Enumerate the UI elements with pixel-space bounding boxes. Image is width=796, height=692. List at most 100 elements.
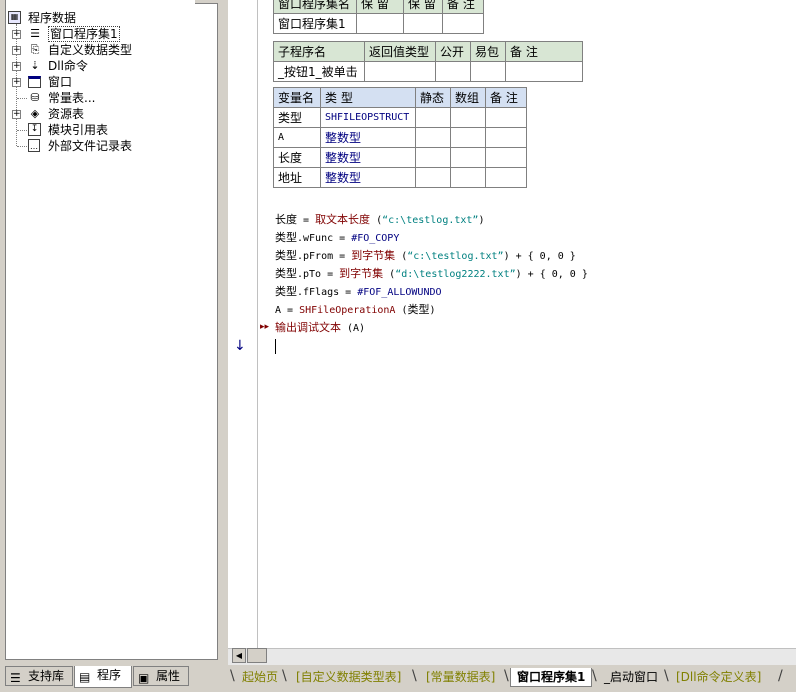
assembly-table: 窗口程序集名 保 留 保 留 备 注 窗口程序集1 bbox=[273, 0, 484, 34]
table-cell[interactable] bbox=[505, 61, 583, 82]
table-header: 静态 bbox=[415, 87, 451, 108]
tree-item-resources[interactable]: + ◈ 资源表 bbox=[6, 106, 206, 122]
breakpoint-marker-icon[interactable]: ▸▸ bbox=[260, 322, 269, 332]
tab-startup-window[interactable]: _启动窗口 bbox=[598, 668, 664, 686]
expand-icon[interactable]: + bbox=[12, 110, 21, 119]
tab-label: 属性 bbox=[156, 669, 181, 683]
table-header: 数组 bbox=[450, 87, 486, 108]
table-header: 返回值类型 bbox=[364, 41, 436, 62]
tree-root-label: 程序数据 bbox=[28, 11, 77, 25]
tree-item-label: 常量表... bbox=[48, 91, 96, 105]
expand-icon[interactable]: + bbox=[12, 30, 21, 39]
table-header: 窗口程序集名 bbox=[273, 0, 357, 14]
tab-dll-commands[interactable]: [Dll命令定义表] bbox=[670, 668, 767, 686]
scroll-left-button[interactable]: ◀ bbox=[232, 648, 246, 663]
table-cell[interactable]: 窗口程序集1 bbox=[273, 13, 357, 34]
table-header: 备 注 bbox=[505, 41, 583, 62]
document-tabbar: \ 起始页 \ [自定义数据类型表] \ [常量数据表] \ 窗口程序集1 \ … bbox=[228, 665, 796, 692]
table-row[interactable]: A 整数型 bbox=[273, 127, 527, 148]
text-cursor bbox=[275, 339, 276, 354]
table-cell[interactable] bbox=[364, 61, 436, 82]
tab-program[interactable]: ▤ 程序 bbox=[74, 666, 132, 688]
table-cell[interactable] bbox=[403, 13, 443, 34]
tree-item-constants[interactable]: ⛁ 常量表... bbox=[6, 90, 206, 106]
tree-item-external-files[interactable]: … 外部文件记录表 bbox=[6, 138, 206, 154]
expand-icon[interactable]: + bbox=[12, 62, 21, 71]
table-header: 类 型 bbox=[320, 87, 416, 108]
table-cell[interactable] bbox=[356, 13, 404, 34]
table-cell[interactable] bbox=[435, 61, 471, 82]
tree-item-modules[interactable]: ↧ 模块引用表 bbox=[6, 122, 206, 138]
window-icon bbox=[28, 76, 41, 88]
table-cell[interactable]: 长度 bbox=[273, 147, 321, 168]
tree-item-label: 模块引用表 bbox=[48, 123, 109, 137]
program-data-icon: ▦ bbox=[8, 11, 21, 24]
horizontal-scrollbar[interactable] bbox=[228, 648, 796, 665]
code-line[interactable]: 类型.fFlags = #FOF_ALLOWUNDO bbox=[275, 283, 442, 301]
table-cell[interactable]: 整数型 bbox=[320, 167, 416, 188]
table-row[interactable]: _按钮1_被单击 bbox=[273, 61, 583, 82]
code-line[interactable]: 类型.pFrom = 到字节集 (“c:\testlog.txt”) + { 0… bbox=[275, 247, 576, 265]
table-cell[interactable]: 类型 bbox=[273, 107, 321, 128]
left-tabbar: ☰ 支持库 ▤ 程序 ▣ 属性 bbox=[0, 661, 226, 692]
tree-item-dll[interactable]: + ⇣ Dll命令 bbox=[6, 58, 206, 74]
tab-label: 支持库 bbox=[28, 669, 65, 683]
table-cell[interactable]: SHFILEOPSTRUCT bbox=[320, 107, 416, 128]
table-header: 易包 bbox=[470, 41, 506, 62]
books-icon: ☰ bbox=[10, 671, 21, 685]
program-tree[interactable]: ▦ 程序数据 + ☰ 窗口程序集1 + ⎘ 自定义数据类型 + ⇣ Dll命令 … bbox=[5, 0, 218, 660]
resource-icon: ◈ bbox=[30, 107, 40, 120]
tab-property[interactable]: ▣ 属性 bbox=[133, 666, 189, 686]
subroutine-table: 子程序名 返回值类型 公开 易包 备 注 _按钮1_被单击 bbox=[273, 41, 583, 82]
table-cell[interactable]: 整数型 bbox=[320, 147, 416, 168]
variable-table: 变量名 类 型 静态 数组 备 注 类型 SHFILEOPSTRUCT A 整数… bbox=[273, 87, 527, 188]
tab-custom-types[interactable]: [自定义数据类型表] bbox=[290, 668, 407, 686]
table-header: 备 注 bbox=[442, 0, 484, 14]
table-cell[interactable] bbox=[470, 61, 506, 82]
expand-icon[interactable]: + bbox=[12, 78, 21, 87]
tab-start-page[interactable]: 起始页 bbox=[236, 668, 284, 686]
table-cell[interactable]: 地址 bbox=[273, 167, 321, 188]
code-line[interactable]: A = SHFileOperationA (类型) bbox=[275, 301, 436, 319]
data-type-icon: ⎘ bbox=[30, 43, 40, 56]
table-cell[interactable]: A bbox=[273, 127, 321, 148]
tree-item-assembly[interactable]: + ☰ 窗口程序集1 bbox=[6, 26, 206, 42]
tree-top-edge bbox=[195, 0, 218, 4]
table-row[interactable]: 长度 整数型 bbox=[273, 147, 527, 168]
table-header: 备 注 bbox=[485, 87, 527, 108]
module-icon: ↧ bbox=[28, 123, 41, 136]
code-line[interactable]: 类型.wFunc = #FO_COPY bbox=[275, 229, 399, 247]
code-line[interactable]: 类型.pTo = 到字节集 (“d:\testlog2222.txt”) + {… bbox=[275, 265, 588, 283]
execution-arrow-icon: ↓ bbox=[234, 338, 246, 354]
tab-support-library[interactable]: ☰ 支持库 bbox=[5, 666, 73, 686]
tree-item-datatype[interactable]: + ⎘ 自定义数据类型 bbox=[6, 42, 206, 58]
table-header: 公开 bbox=[435, 41, 471, 62]
table-header: 子程序名 bbox=[273, 41, 365, 62]
tree-item-label: 自定义数据类型 bbox=[48, 43, 133, 57]
table-row[interactable]: 窗口程序集1 bbox=[273, 13, 484, 34]
scroll-thumb[interactable] bbox=[247, 648, 267, 663]
expand-icon[interactable]: + bbox=[12, 46, 21, 55]
tab-label: 程序 bbox=[97, 668, 122, 682]
tree-item-label: 窗口 bbox=[48, 75, 73, 89]
file-icon: … bbox=[28, 139, 40, 152]
layers-icon: ☰ bbox=[30, 27, 40, 40]
tree-item-label: Dll命令 bbox=[48, 59, 88, 73]
table-header: 保 留 bbox=[356, 0, 404, 14]
tree-item-label: 外部文件记录表 bbox=[48, 139, 133, 153]
editor-gutter[interactable] bbox=[228, 0, 256, 648]
tab-assembly[interactable]: 窗口程序集1 bbox=[510, 668, 593, 687]
tree-item-window[interactable]: + 窗口 bbox=[6, 74, 206, 90]
table-row[interactable]: 地址 整数型 bbox=[273, 167, 527, 188]
code-line[interactable]: 长度 = 取文本长度 (“c:\testlog.txt”) bbox=[275, 211, 484, 229]
table-cell[interactable] bbox=[442, 13, 484, 34]
tab-constants[interactable]: [常量数据表] bbox=[420, 668, 501, 686]
property-icon: ▣ bbox=[138, 671, 150, 685]
table-header: 保 留 bbox=[403, 0, 443, 14]
tree-item-label: 资源表 bbox=[48, 107, 85, 121]
table-cell[interactable]: 整数型 bbox=[320, 127, 416, 148]
table-cell[interactable]: _按钮1_被单击 bbox=[273, 61, 365, 82]
program-icon: ▤ bbox=[79, 670, 91, 684]
table-row[interactable]: 类型 SHFILEOPSTRUCT bbox=[273, 107, 527, 128]
code-line[interactable]: 输出调试文本 (A) bbox=[275, 319, 365, 337]
